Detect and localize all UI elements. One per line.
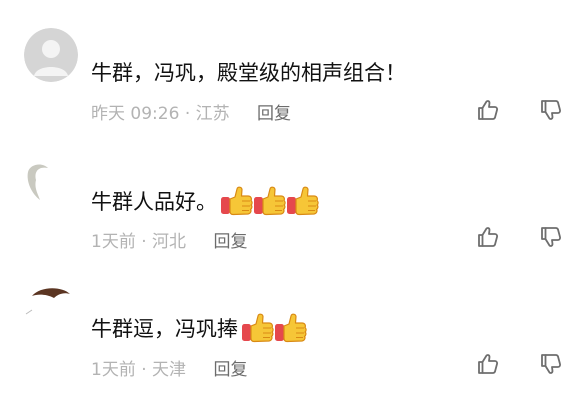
comment-body: 牛群，冯巩，殿堂级的相声组合！ [91, 61, 406, 85]
comment-item: 牛群逗，冯巩捧 1天前 · 天津 回复 [0, 270, 585, 401]
thumbs-up-emoji-icon [219, 185, 253, 217]
avatar[interactable] [24, 28, 78, 82]
like-icon[interactable] [476, 352, 500, 376]
comment-meta: 昨天 09:26 · 江苏 回复 [91, 99, 291, 124]
comment-time: 1天前 [91, 232, 136, 252]
thumbs-up-emoji-icon [240, 312, 274, 344]
meta-separator: · [141, 360, 147, 380]
comment-meta: 1天前 · 天津 回复 [91, 355, 247, 380]
comment-time: 1天前 [91, 360, 136, 380]
comment-text: 牛群人品好。 [91, 184, 318, 218]
user-avatar-icon [25, 288, 70, 315]
dislike-icon[interactable] [539, 352, 563, 376]
meta-separator: · [141, 232, 147, 252]
default-avatar-icon [24, 28, 78, 82]
thumbs-up-emoji-icon [285, 185, 319, 217]
comment-body: 牛群人品好。 [91, 190, 217, 214]
comment-meta: 1天前 · 河北 回复 [91, 227, 247, 252]
comment-item: 牛群，冯巩，殿堂级的相声组合！ 昨天 09:26 · 江苏 回复 [0, 0, 585, 140]
dislike-icon[interactable] [539, 98, 563, 122]
reply-button[interactable]: 回复 [257, 104, 291, 124]
comment-text: 牛群逗，冯巩捧 [91, 311, 306, 345]
user-avatar-icon [27, 164, 48, 200]
emoji-group [219, 185, 318, 217]
comment-location: 河北 [152, 232, 187, 252]
like-icon[interactable] [476, 98, 500, 122]
comment-item: 牛群人品好。 1天前 · 河北 回复 [0, 140, 585, 270]
comment-text: 牛群，冯巩，殿堂级的相声组合！ [91, 56, 406, 88]
avatar[interactable] [24, 160, 54, 200]
comment-body: 牛群逗，冯巩捧 [91, 317, 238, 341]
comment-location: 江苏 [195, 104, 230, 124]
dislike-icon[interactable] [539, 225, 563, 249]
meta-separator: · [184, 104, 191, 124]
reply-button[interactable]: 回复 [213, 360, 247, 380]
comment-time: 昨天 09:26 [91, 104, 180, 124]
like-icon[interactable] [476, 225, 500, 249]
thumbs-up-emoji-icon [252, 185, 286, 217]
emoji-group [240, 312, 306, 344]
thumbs-up-emoji-icon [273, 312, 307, 344]
avatar[interactable] [24, 282, 74, 318]
reply-button[interactable]: 回复 [213, 232, 247, 252]
comment-location: 天津 [152, 360, 187, 380]
